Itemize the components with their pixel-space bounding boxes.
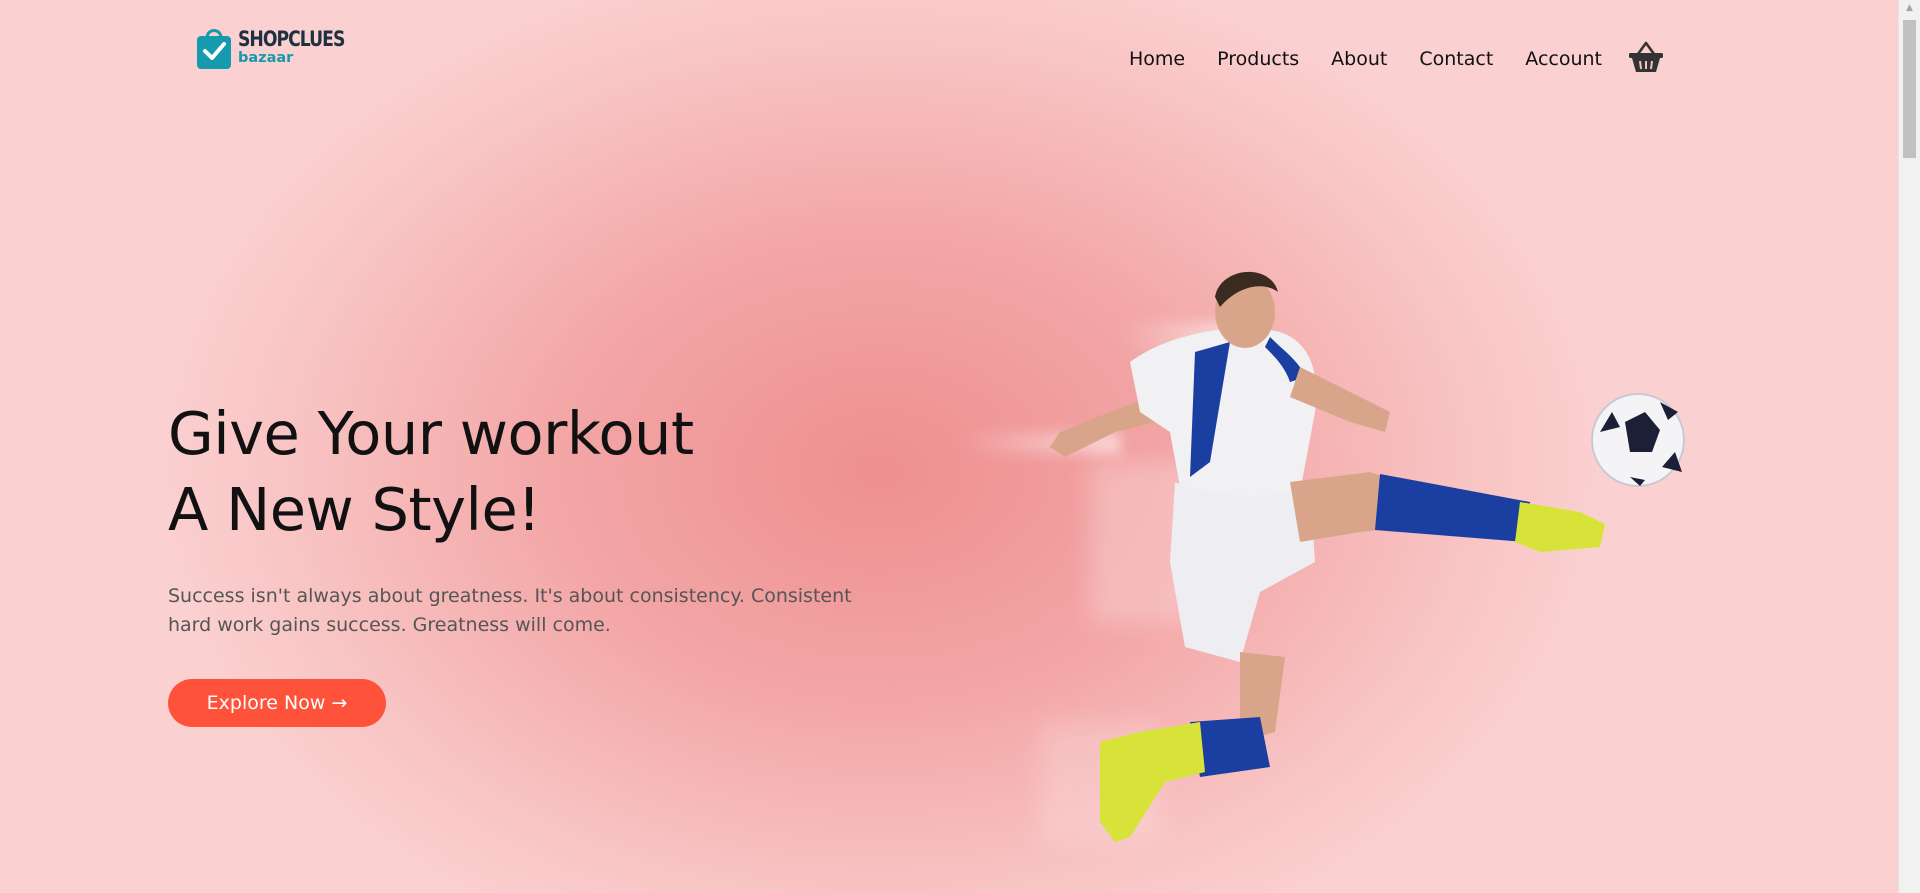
nav-contact[interactable]: Contact — [1419, 48, 1493, 70]
nav-about[interactable]: About — [1331, 48, 1387, 70]
brand-name: SHOPCLUES — [238, 26, 345, 51]
main-nav: Home Products About Contact Account — [1129, 41, 1664, 74]
hero-subtitle: Success isn't always about greatness. It… — [168, 585, 852, 636]
nav-account[interactable]: Account — [1525, 48, 1602, 70]
nav-home[interactable]: Home — [1129, 48, 1185, 70]
hero-title-line-1: Give Your workout — [168, 399, 694, 468]
explore-now-button[interactable]: Explore Now → — [168, 679, 386, 727]
brand-wordmark: SHOPCLUES bazaar — [238, 26, 368, 66]
scrollbar-thumb[interactable] — [1903, 20, 1916, 158]
brand-logo[interactable]: SHOPCLUES bazaar — [196, 24, 368, 70]
hero-title: Give Your workout A New Style! — [168, 396, 888, 548]
basket-icon[interactable] — [1628, 40, 1664, 74]
vertical-scrollbar[interactable]: ▲ — [1898, 0, 1920, 893]
brand-tagline: bazaar — [238, 49, 294, 66]
soccer-player-image — [960, 271, 1685, 842]
triangle-up-icon[interactable]: ▲ — [1899, 0, 1920, 17]
hero-title-line-2: A New Style! — [168, 475, 541, 544]
hero-section: Give Your workout A New Style! Success i… — [168, 396, 888, 727]
page: SHOPCLUES bazaar Home Products About Con… — [0, 0, 1920, 893]
nav-products[interactable]: Products — [1217, 48, 1299, 70]
shopping-bag-check-icon — [197, 29, 231, 69]
